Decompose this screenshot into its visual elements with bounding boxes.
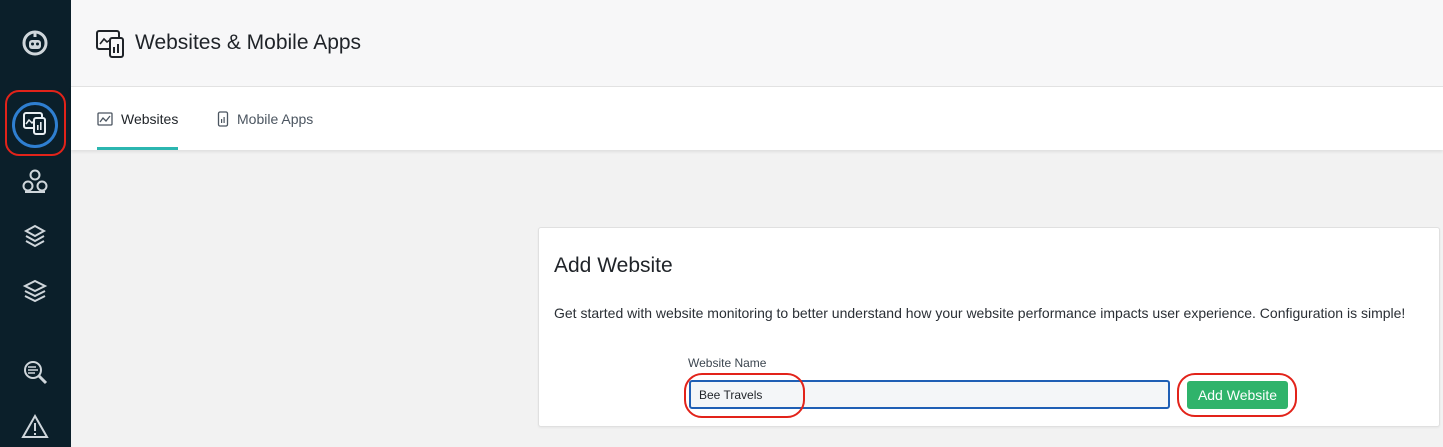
search-analytics-icon[interactable] bbox=[17, 354, 53, 390]
tab-mobile-apps-label: Mobile Apps bbox=[237, 110, 314, 127]
tab-bar: Websites Mobile Apps bbox=[71, 87, 1443, 150]
infrastructure-gem-icon[interactable] bbox=[17, 218, 53, 254]
sidebar-nav bbox=[0, 0, 71, 447]
tab-websites-label: Websites bbox=[121, 110, 179, 127]
page-header: Websites & Mobile Apps bbox=[71, 0, 1443, 87]
annotation-highlight-sidebar bbox=[5, 90, 66, 156]
robot-logo-icon[interactable] bbox=[17, 25, 53, 61]
annotation-highlight-input bbox=[684, 373, 805, 418]
website-name-label: Website Name bbox=[688, 356, 767, 370]
services-cluster-icon[interactable] bbox=[17, 163, 53, 199]
layers-stack-icon[interactable] bbox=[17, 274, 53, 310]
card-description: Get started with website monitoring to b… bbox=[554, 305, 1406, 321]
website-chart-icon bbox=[97, 111, 113, 126]
annotation-highlight-button bbox=[1177, 373, 1297, 417]
add-website-card: Add Website Get started with website mon… bbox=[538, 227, 1440, 427]
warning-triangle-icon[interactable] bbox=[17, 409, 53, 445]
websites-mobile-apps-icon bbox=[95, 28, 127, 65]
tab-mobile-apps[interactable]: Mobile Apps bbox=[217, 87, 313, 150]
mobile-phone-icon bbox=[217, 110, 229, 127]
card-title: Add Website bbox=[554, 254, 673, 277]
tab-websites[interactable]: Websites bbox=[97, 87, 179, 150]
page-title: Websites & Mobile Apps bbox=[135, 31, 362, 54]
